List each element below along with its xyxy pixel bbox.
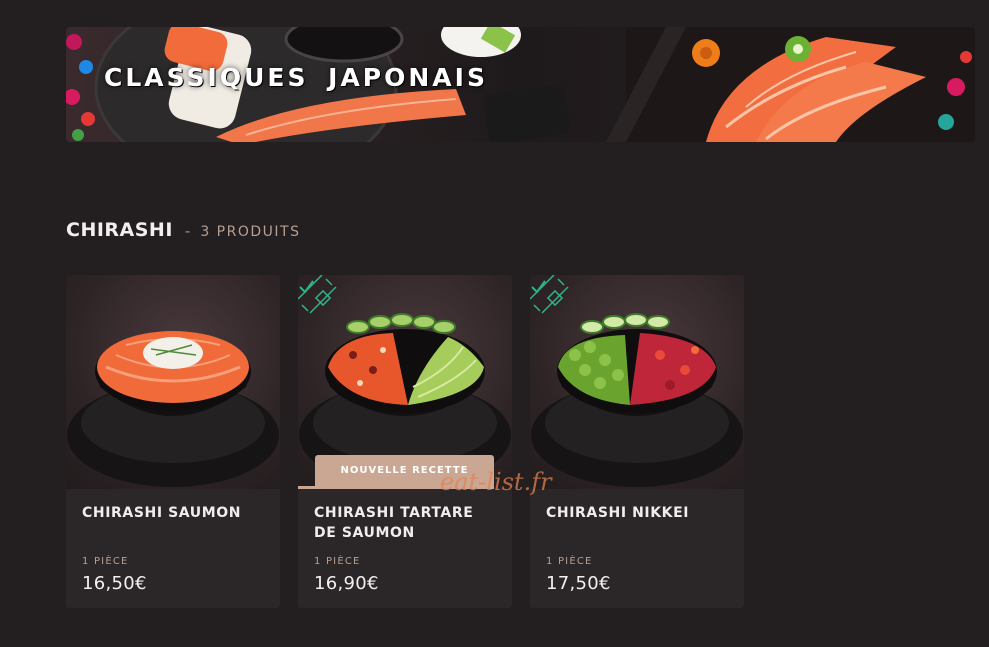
chirashi-saumon-photo [67, 331, 279, 487]
product-price: 17,50€ [546, 573, 611, 594]
product-name[interactable]: CHIRASHI NIKKEI [546, 503, 732, 523]
new-recipe-deco-icon [298, 275, 337, 314]
category-banner: CLASSIQUES JAPONAIS [66, 27, 975, 142]
banner-title: CLASSIQUES JAPONAIS [104, 63, 488, 92]
section-product-count: 3 PRODUITS [200, 224, 301, 240]
product-card-chirashi-tartare-de-saumon[interactable]: NOUVELLE RECETTE CHIRASHI TARTARE DE SAU… [298, 275, 512, 608]
product-quantity: 1 PIÈCE [314, 556, 361, 567]
product-image[interactable] [66, 275, 280, 489]
section-title: CHIRASHI [66, 219, 173, 241]
product-price: 16,50€ [82, 573, 147, 594]
product-quantity: 1 PIÈCE [546, 556, 593, 567]
new-recipe-badge: NOUVELLE RECETTE [315, 455, 494, 489]
product-image[interactable] [530, 275, 744, 489]
new-recipe-deco-icon [530, 275, 569, 314]
badge-underline [298, 486, 315, 489]
section-header: CHIRASHI - 3 PRODUITS [66, 219, 300, 241]
product-name[interactable]: CHIRASHI SAUMON [82, 503, 268, 523]
section-separator: - [184, 222, 191, 240]
product-card-chirashi-saumon[interactable]: CHIRASHI SAUMON 1 PIÈCE 16,50€ [66, 275, 280, 608]
product-quantity: 1 PIÈCE [82, 556, 129, 567]
product-price: 16,90€ [314, 573, 379, 594]
product-card-chirashi-nikkei[interactable]: CHIRASHI NIKKEI 1 PIÈCE 17,50€ [530, 275, 744, 608]
product-name[interactable]: CHIRASHI TARTARE DE SAUMON [314, 503, 500, 543]
product-image[interactable]: NOUVELLE RECETTE [298, 275, 512, 489]
